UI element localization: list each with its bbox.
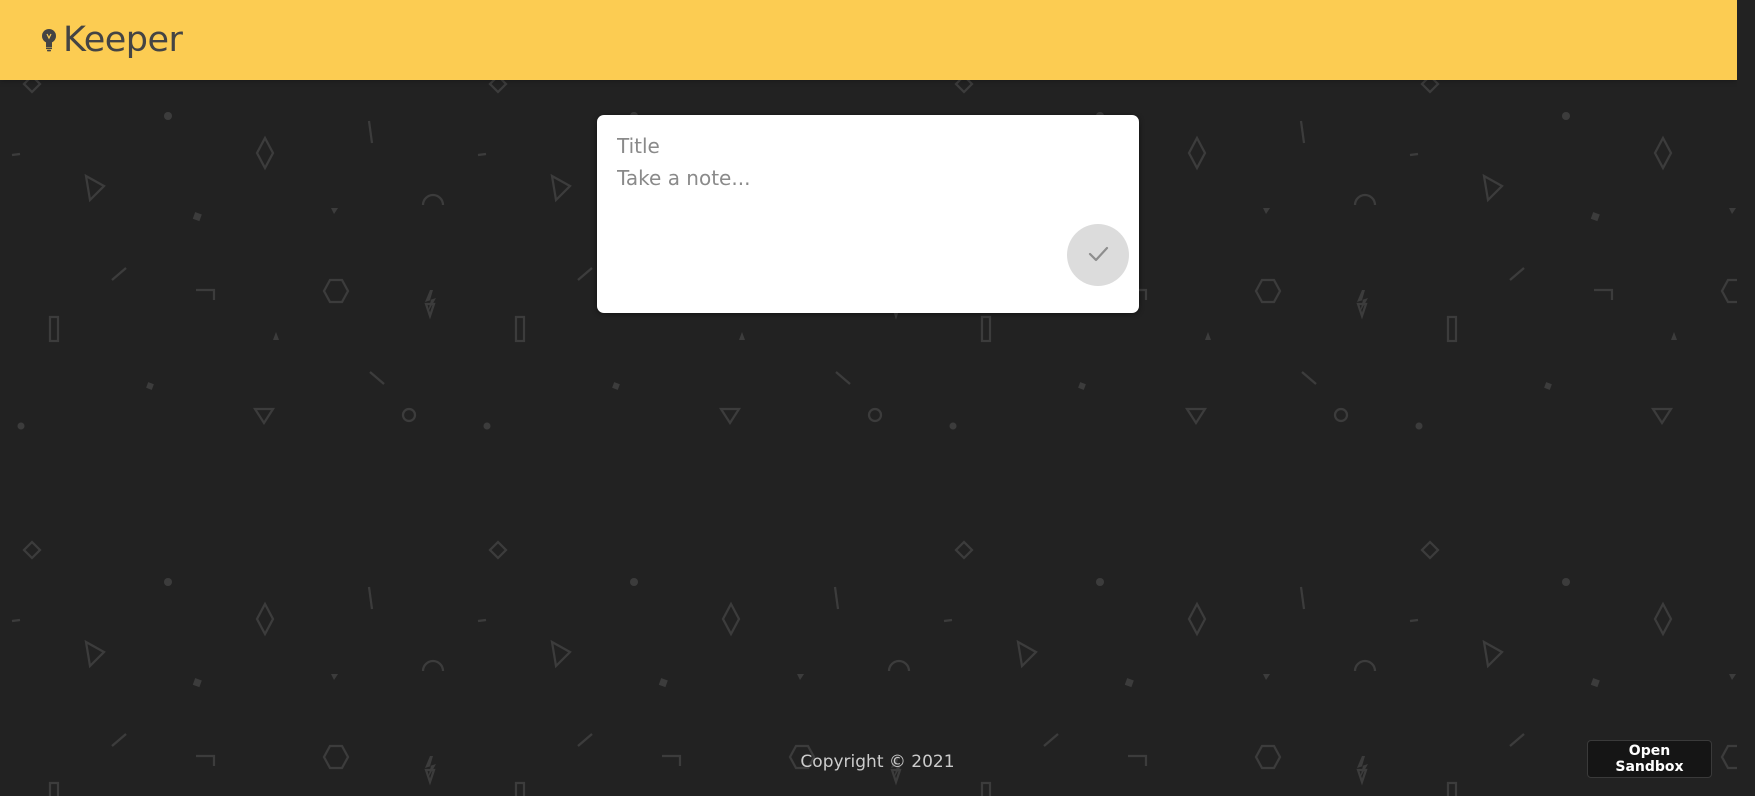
app-page: Keeper Copyright © 2021 Open Sandbox bbox=[0, 0, 1755, 796]
check-icon bbox=[1087, 245, 1109, 266]
open-sandbox-button[interactable]: Open Sandbox bbox=[1587, 740, 1712, 778]
page-footer: Copyright © 2021 bbox=[0, 752, 1755, 772]
copyright-text: Copyright © 2021 bbox=[800, 752, 955, 772]
note-content-input[interactable] bbox=[617, 166, 1119, 196]
app-title: Keeper bbox=[63, 20, 183, 60]
app-logo: Keeper bbox=[40, 20, 183, 60]
note-title-input[interactable] bbox=[617, 131, 1119, 161]
lightbulb-icon bbox=[40, 26, 60, 54]
create-note-form bbox=[597, 115, 1139, 313]
add-note-button[interactable] bbox=[1067, 224, 1129, 286]
app-header: Keeper bbox=[0, 0, 1737, 80]
page-scrollbar[interactable] bbox=[1737, 0, 1755, 796]
